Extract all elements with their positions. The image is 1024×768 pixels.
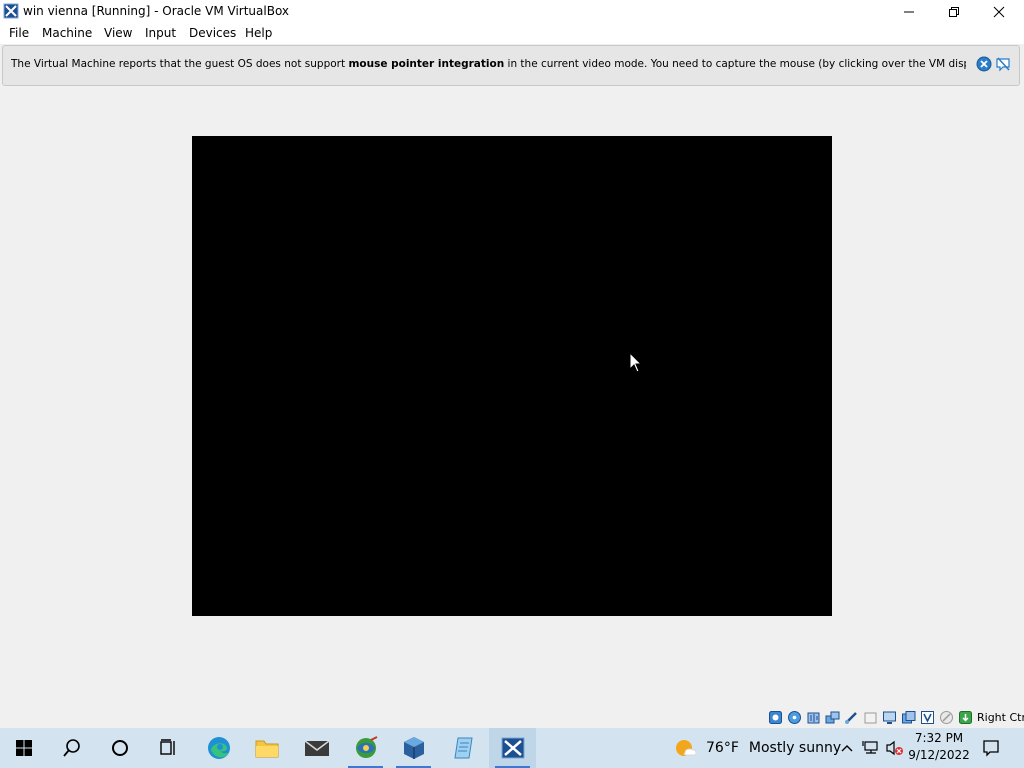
host-key-label: Right Ctrl — [977, 711, 1024, 724]
close-button[interactable] — [976, 0, 1022, 23]
display-icon[interactable] — [882, 710, 897, 725]
menu-help[interactable]: Help — [245, 26, 272, 40]
shared-folders-icon[interactable] — [863, 710, 878, 725]
virtualization-icon[interactable] — [920, 710, 935, 725]
weather-widget[interactable]: 76°F Mostly sunny — [674, 728, 841, 768]
banner-close-icon[interactable] — [976, 56, 992, 72]
clock-time: 7:32 PM — [914, 731, 964, 745]
mouse-integration-banner: The Virtual Machine reports that the gue… — [2, 45, 1020, 86]
weather-sun-icon — [676, 740, 697, 756]
minimize-button[interactable] — [886, 0, 932, 23]
volume-muted-icon — [886, 740, 903, 756]
menu-view[interactable]: View — [104, 26, 132, 40]
recording-icon[interactable] — [901, 710, 916, 725]
network-app-icon — [355, 736, 377, 758]
action-center-button[interactable] — [978, 728, 1004, 768]
taskbar: 76°F Mostly sunny 7:32 PM 9/12/2022 — [0, 728, 1024, 768]
title-bar: win vienna [Running] - Oracle VM Virtual… — [0, 0, 1024, 23]
banner-message: The Virtual Machine reports that the gue… — [11, 58, 966, 70]
banner-text-bold: mouse pointer integration — [348, 58, 505, 70]
optical-disk-icon[interactable] — [787, 710, 802, 725]
audio-icon[interactable] — [806, 710, 821, 725]
edge-icon — [207, 737, 230, 759]
cortana-icon — [111, 740, 128, 756]
vista-vm-button[interactable] — [489, 728, 536, 768]
cortana-button[interactable] — [96, 728, 143, 768]
hard-disk-icon[interactable] — [768, 710, 783, 725]
minimize-icon — [904, 11, 914, 12]
window-title: win vienna [Running] - Oracle VM Virtual… — [23, 4, 290, 18]
vista-vm-icon — [501, 737, 524, 759]
menu-bar: File Machine View Input Devices Help — [0, 23, 1024, 44]
network-icon[interactable] — [825, 710, 840, 725]
menu-machine[interactable]: Machine — [42, 26, 92, 40]
mail-icon — [304, 740, 329, 756]
show-hidden-icons-button[interactable] — [838, 728, 856, 768]
banner-text-before: The Virtual Machine reports that the gue… — [11, 58, 349, 70]
task-view-button[interactable] — [144, 728, 191, 768]
status-bar: Right Ctrl — [0, 707, 1024, 728]
virtualbox-app-icon — [3, 3, 19, 19]
volume-tray-button[interactable] — [884, 728, 906, 768]
virtualbox-button[interactable] — [390, 728, 437, 768]
taskbar-clock[interactable]: 7:32 PM 9/12/2022 — [906, 730, 972, 764]
vm-display[interactable] — [192, 136, 832, 616]
virtualbox-icon — [403, 737, 424, 759]
chevron-up-icon — [841, 745, 853, 752]
restore-icon — [949, 6, 959, 17]
close-icon — [993, 6, 1005, 17]
edge-button[interactable] — [195, 728, 242, 768]
banner-text-after: in the current video mode. You need to c… — [507, 58, 966, 70]
menu-devices[interactable]: Devices — [189, 26, 236, 40]
search-button[interactable] — [48, 728, 95, 768]
start-icon — [15, 740, 32, 756]
clock-date: 9/12/2022 — [908, 748, 970, 762]
file-explorer-button[interactable] — [243, 728, 290, 768]
network-tray-icon — [862, 741, 878, 754]
usb-icon[interactable] — [844, 710, 859, 725]
restore-button[interactable] — [931, 0, 977, 23]
weather-condition: Mostly sunny — [748, 740, 842, 756]
mail-button[interactable] — [293, 728, 340, 768]
network-app-button[interactable] — [342, 728, 389, 768]
search-icon — [62, 739, 80, 757]
host-key-icon[interactable] — [958, 710, 973, 725]
weather-temp: 76°F — [706, 740, 739, 756]
file-explorer-icon — [255, 740, 278, 758]
network-tray-button[interactable] — [860, 728, 882, 768]
notification-icon — [983, 740, 999, 757]
task-view-icon — [159, 739, 175, 755]
notepad-icon — [453, 737, 473, 759]
menu-file[interactable]: File — [9, 26, 29, 40]
mouse-integration-icon[interactable] — [939, 710, 954, 725]
banner-suppress-icon[interactable] — [995, 56, 1011, 72]
notepad-button[interactable] — [440, 728, 487, 768]
menu-input[interactable]: Input — [145, 26, 176, 40]
start-button[interactable] — [0, 728, 47, 768]
mouse-cursor-icon — [629, 352, 643, 373]
